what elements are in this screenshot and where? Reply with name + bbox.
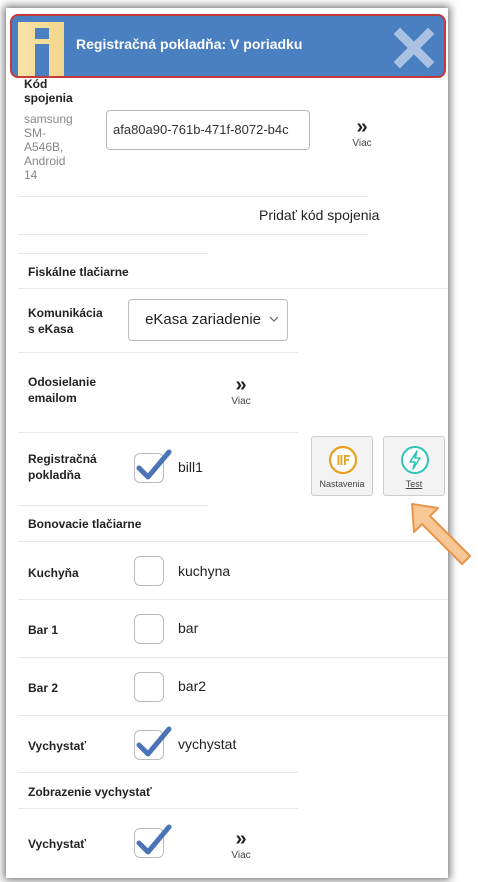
receipt-row-value: vychystat [178,736,237,752]
divider [18,772,298,773]
connection-more-button[interactable]: » Viac [342,116,382,149]
divider [18,657,448,658]
display-more-label: Viac [231,850,251,861]
divider [18,505,208,506]
divider [18,288,448,289]
test-button[interactable]: Test [383,436,445,496]
receipt-row-label: Vychystať [28,739,87,753]
settings-icon [328,445,358,475]
kitchen-checkbox[interactable] [134,556,164,586]
divider [18,599,448,600]
double-chevron-icon: » [235,828,247,850]
close-icon[interactable] [392,26,436,70]
email-label: Odosielanie [28,375,97,389]
pick-checkbox[interactable] [134,726,172,760]
checkmark-icon [136,449,172,480]
register-value: bill1 [178,459,203,475]
connection-code-field[interactable]: afa80a90-761b-471f-8072-b4c [106,110,310,150]
checkmark-icon [136,726,172,757]
app-frame: Kód spojenia samsung SM- A546B, Android … [6,8,448,878]
receipt-row-label: Kuchyňa [28,566,79,580]
receipt-row-label: Bar 2 [28,681,59,695]
notification-title: Registračná pokladňa: V poriadku [76,36,303,52]
receipt-row-label: Bar 1 [28,623,59,637]
settings-label: Nastavenia [319,479,365,489]
register-checkbox[interactable] [134,449,172,483]
email-more-label: Viac [231,396,251,407]
divider [18,352,298,353]
receipt-row-value: bar2 [178,678,207,694]
display-pick-checkbox[interactable] [134,824,172,858]
pointer-arrow-icon [411,503,471,565]
device-line: SM- [24,126,46,140]
receipt-row-value: bar [178,620,199,636]
connection-more-label: Viac [352,138,372,149]
device-line: samsung [24,112,73,126]
register-label: Registračná [28,452,97,466]
divider [18,715,448,716]
divider [18,196,368,197]
notification-banner[interactable]: Registračná pokladňa: V poriadku [10,14,446,78]
checkmark-icon [136,824,172,855]
info-icon [18,22,64,76]
device-line: A546B, [24,140,64,154]
add-code-link[interactable]: Pridať kód spojenia [259,207,379,223]
test-label: Test [405,479,423,489]
divider [18,432,298,433]
communication-label: s eKasa [28,322,74,336]
section-title-receipt: Bonovacie tlačiarne [28,517,142,531]
display-row-label: Vychystať [28,837,87,851]
chevron-down-icon [269,316,279,322]
device-line: Android [24,154,66,168]
receipt-row-value: kuchyna [178,563,231,579]
bar2-checkbox[interactable] [134,672,164,702]
section-title-display: Zobrazenie vychystať [28,785,152,799]
communication-select-value: eKasa zariadenie [145,311,261,328]
divider [18,234,368,235]
divider [18,541,448,542]
display-more-button[interactable]: » Viac [221,828,261,861]
email-label: emailom [28,391,77,405]
settings-button[interactable]: Nastavenia [311,436,373,496]
communication-select[interactable]: eKasa zariadenie [128,299,288,341]
device-line: 14 [24,168,38,182]
register-label: pokladňa [28,468,81,482]
email-more-button[interactable]: » Viac [221,374,261,407]
double-chevron-icon: » [356,116,368,138]
section-title-fiscal: Fiskálne tlačiarne [28,265,129,279]
lightning-icon [401,446,429,474]
divider [18,253,208,254]
communication-label: Komunikácia [28,306,103,320]
bar1-checkbox[interactable] [134,614,164,644]
connection-label: spojenia [24,91,73,105]
double-chevron-icon: » [235,374,247,396]
divider [18,808,298,809]
